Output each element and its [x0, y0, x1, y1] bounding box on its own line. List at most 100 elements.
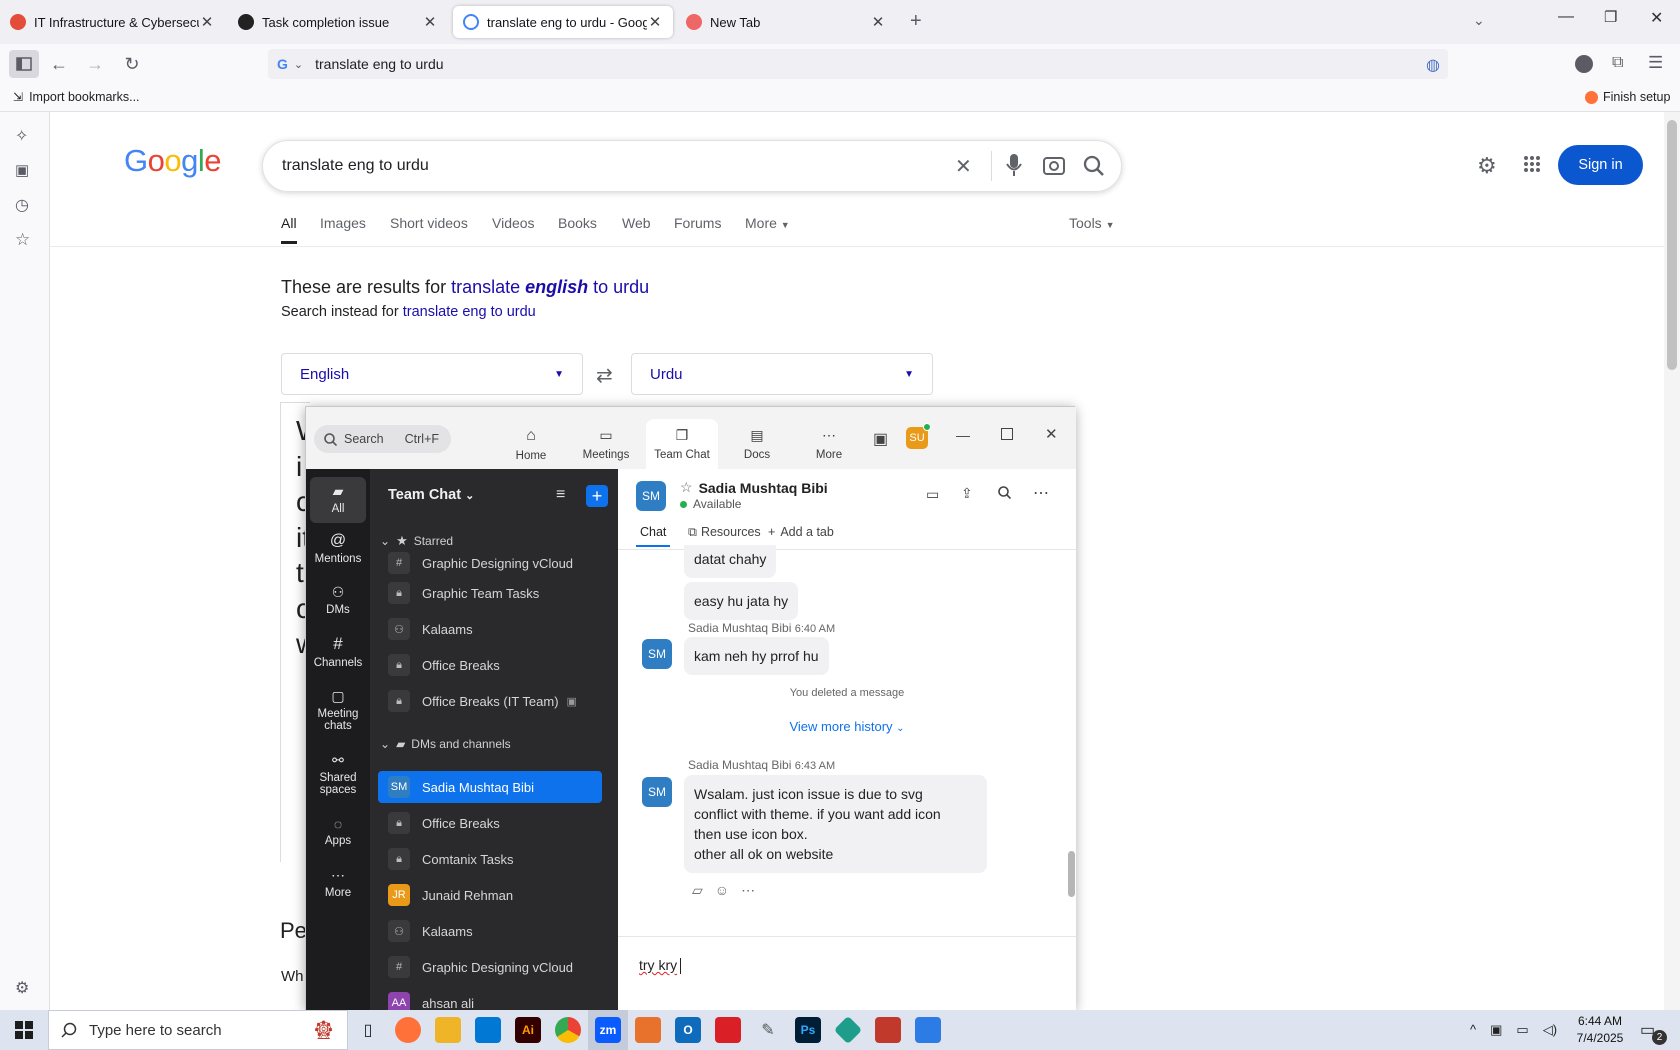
chrome-taskbar-icon[interactable]	[548, 1010, 588, 1050]
settings-icon[interactable]: ⚙	[1477, 153, 1497, 179]
start-button[interactable]	[0, 1010, 48, 1050]
task-view-icon[interactable]: ▯	[348, 1010, 388, 1050]
page-scrollbar[interactable]	[1664, 112, 1680, 1010]
message-bubble[interactable]: kam neh hy prrof hu	[684, 637, 829, 675]
creative-cloud-taskbar-icon[interactable]	[708, 1010, 748, 1050]
forward-icon[interactable]: →	[80, 50, 110, 78]
chat-list-title[interactable]: Team Chat ⌄	[388, 487, 474, 503]
maximize-window-icon[interactable]	[1001, 428, 1013, 440]
outlook-taskbar-icon[interactable]: O	[668, 1010, 708, 1050]
google-logo[interactable]: Google	[124, 143, 222, 179]
show-hidden-icons-icon[interactable]: ^	[1470, 1022, 1476, 1038]
tab-short-videos[interactable]: Short videos	[390, 215, 468, 231]
nav-team-chat[interactable]: ❐ Team Chat	[646, 419, 718, 469]
list-item-channel[interactable]: # Graphic Designing vCloud	[378, 547, 602, 579]
nav-docs[interactable]: ▤ Docs	[724, 419, 790, 469]
account-icon[interactable]	[1575, 55, 1593, 73]
tab-google-translate[interactable]: translate eng to urdu - Google S ✕	[453, 6, 673, 38]
google-apps-icon[interactable]	[1523, 155, 1541, 173]
sidebar-toggle-icon[interactable]	[9, 50, 39, 78]
tab-chat[interactable]: Chat	[640, 525, 666, 539]
reply-icon[interactable]: ▱	[692, 882, 703, 899]
message-bubble[interactable]: datat chahy	[684, 545, 777, 578]
import-bookmarks[interactable]: ⇲ Import bookmarks...	[13, 90, 140, 104]
close-tab-icon[interactable]: ✕	[870, 13, 886, 31]
tab-books[interactable]: Books	[558, 215, 597, 231]
more-options-icon[interactable]: ⋯	[1033, 483, 1049, 503]
restore-window-icon[interactable]: ❐	[1604, 8, 1617, 26]
view-more-history-link[interactable]: View more history ⌄	[618, 719, 1076, 734]
search-engine-icon[interactable]: G	[277, 56, 288, 72]
video-call-icon[interactable]: ▭	[926, 486, 939, 503]
close-tab-icon[interactable]: ✕	[647, 13, 663, 31]
illustrator-taskbar-icon[interactable]: Ai	[508, 1010, 548, 1050]
search-icon[interactable]	[1083, 155, 1105, 177]
list-item-channel[interactable]: 🔒︎ Comtanix Tasks	[378, 843, 602, 875]
nav-meetings[interactable]: ▭ Meetings	[573, 419, 639, 469]
tab-it-infrastructure[interactable]: IT Infrastructure & Cybersecurit ✕	[0, 6, 225, 38]
close-window-icon[interactable]: ✕	[1650, 8, 1663, 28]
filter-icon[interactable]: ≡	[556, 486, 565, 504]
menu-icon[interactable]: ☰	[1648, 53, 1663, 73]
tab-images[interactable]: Images	[320, 215, 366, 231]
scrollbar-thumb[interactable]	[1667, 120, 1677, 370]
close-tab-icon[interactable]: ✕	[199, 13, 215, 31]
list-item-channel[interactable]: 🔒︎ Office Breaks (IT Team) ▣	[378, 685, 602, 717]
sign-in-button[interactable]: Sign in	[1558, 145, 1643, 185]
tab-more[interactable]: More ▼	[745, 215, 790, 231]
extensions-icon[interactable]: ⧉	[1612, 54, 1623, 72]
bookmarks-icon[interactable]: ☆	[15, 230, 37, 252]
url-bar[interactable]: G ⌄ translate eng to urdu ◍	[268, 49, 1448, 79]
google-search-box[interactable]: translate eng to urdu ✕	[262, 140, 1122, 192]
url-text[interactable]: translate eng to urdu	[315, 56, 443, 72]
list-item-dm[interactable]: AA ahsan ali	[378, 987, 602, 1011]
nav-more[interactable]: ⋯ More	[796, 419, 862, 469]
tab-forums[interactable]: Forums	[674, 215, 721, 231]
rail-mentions[interactable]: @ Mentions	[310, 532, 366, 565]
message-bubble[interactable]: Wsalam. just icon issue is due to svg co…	[684, 775, 987, 873]
calendar-icon[interactable]: ▣	[873, 429, 888, 449]
minimize-window-icon[interactable]: —	[956, 427, 970, 443]
list-item-channel[interactable]: 🔒︎ Office Breaks	[378, 807, 602, 839]
more-options-icon[interactable]: ⋯	[741, 882, 755, 899]
contact-avatar[interactable]: SM	[636, 481, 666, 511]
swap-languages-icon[interactable]: ⇄	[596, 363, 613, 388]
app-taskbar-icon[interactable]	[868, 1010, 908, 1050]
back-icon[interactable]: ←	[44, 50, 74, 78]
search-query[interactable]: translate eng to urdu	[282, 157, 429, 175]
compose-input[interactable]: try kry	[639, 957, 682, 975]
tab-all[interactable]: All	[281, 215, 297, 231]
new-tab-icon[interactable]: +	[910, 10, 922, 33]
search-icon[interactable]	[998, 486, 1011, 499]
list-tabs-icon[interactable]: ⌄	[1473, 12, 1485, 29]
tab-task-completion[interactable]: Task completion issue ✕	[228, 6, 448, 38]
taskbar-search-box[interactable]: Type here to search 🎡︎	[48, 1010, 348, 1050]
reload-icon[interactable]: ↻	[117, 50, 147, 78]
vscode-taskbar-icon[interactable]	[468, 1010, 508, 1050]
voice-search-icon[interactable]	[1006, 153, 1022, 177]
clock[interactable]: 6:44 AM 7/4/2025	[1570, 1013, 1630, 1047]
rail-apps[interactable]: ◌ Apps	[310, 816, 366, 847]
tab-tools[interactable]: Tools ▼	[1069, 215, 1115, 231]
list-item-channel[interactable]: 🔒︎ Office Breaks	[378, 649, 602, 681]
tool-taskbar-icon[interactable]: ✎	[748, 1010, 788, 1050]
volume-icon[interactable]: ◁)	[1543, 1022, 1557, 1038]
share-screen-icon[interactable]: ⇪	[961, 485, 973, 502]
app-taskbar-icon[interactable]	[628, 1010, 668, 1050]
scrollbar-thumb[interactable]	[1068, 851, 1075, 897]
rail-meeting-chats[interactable]: ▢ Meeting chats	[310, 688, 366, 732]
contact-name[interactable]: Sadia Mushtaq Bibi	[699, 480, 828, 496]
list-item-dm[interactable]: JR Junaid Rehman	[378, 879, 602, 911]
list-item-channel[interactable]: 🔒︎ Graphic Team Tasks	[378, 577, 602, 609]
star-icon[interactable]: ☆	[680, 479, 693, 496]
finish-setup[interactable]: Finish setup	[1585, 90, 1670, 104]
firefox-taskbar-icon[interactable]	[388, 1010, 428, 1050]
corrected-query-link[interactable]: translate english to urdu	[451, 277, 649, 297]
close-window-icon[interactable]: ✕	[1045, 425, 1058, 443]
app-taskbar-icon[interactable]	[828, 1010, 868, 1050]
dms-section-header[interactable]: ⌄ ▰ DMs and channels	[380, 737, 511, 751]
history-icon[interactable]: ◷	[15, 195, 37, 217]
rail-shared-spaces[interactable]: ⚯ Shared spaces	[310, 752, 366, 796]
rail-dms[interactable]: ⚇ DMs	[310, 584, 366, 616]
new-chat-button[interactable]: +	[586, 485, 608, 507]
